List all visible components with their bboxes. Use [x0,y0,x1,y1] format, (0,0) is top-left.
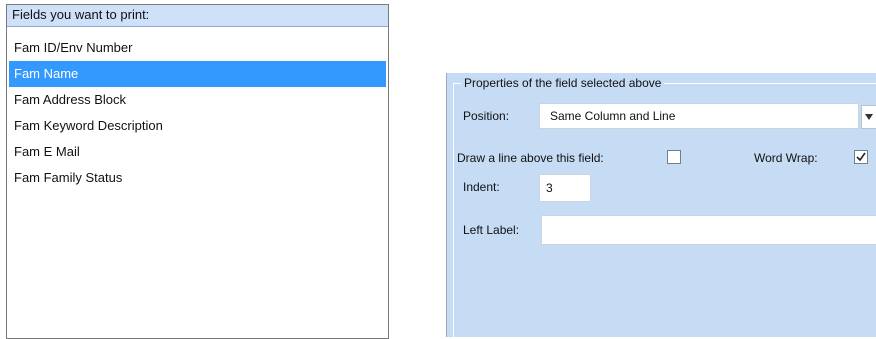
chevron-down-icon [865,114,873,120]
checkmark-icon [856,152,866,162]
left-label-input[interactable] [541,215,876,245]
list-item-label: Fam ID/Env Number [14,40,133,55]
fields-list-header: Fields you want to print: [7,5,388,27]
properties-panel: Properties of the field selected above P… [446,73,876,337]
word-wrap-label: Word Wrap: [754,151,818,165]
properties-group-title: Properties of the field selected above [461,75,665,91]
fields-listbox[interactable]: Fam ID/Env Number Fam Name Fam Address B… [9,35,386,336]
list-item-label: Fam Name [14,66,79,81]
fields-list-panel: Fields you want to print: Fam ID/Env Num… [6,4,389,339]
indent-label: Indent: [463,180,500,194]
draw-line-checkbox[interactable] [667,150,681,164]
list-item-selected[interactable]: Fam Name [9,61,386,87]
word-wrap-checkbox[interactable] [854,150,868,164]
list-item[interactable]: Fam ID/Env Number [9,35,386,61]
list-item[interactable]: Fam Keyword Description [9,113,386,139]
position-select[interactable]: Same Column and Line [539,103,859,129]
list-item-label: Fam Address Block [14,92,126,107]
indent-input[interactable]: 3 [539,174,591,202]
left-label-label: Left Label: [463,223,520,237]
list-item-label: Fam Family Status [14,170,123,185]
position-dropdown-button[interactable] [861,105,876,129]
position-select-value: Same Column and Line [550,109,676,123]
list-item-label: Fam Keyword Description [14,118,163,133]
indent-input-value: 3 [546,181,553,195]
position-label: Position: [463,109,510,123]
list-item[interactable]: Fam E Mail [9,139,386,165]
draw-line-label: Draw a line above this field: [457,151,604,165]
list-item[interactable]: Fam Address Block [9,87,386,113]
list-item-label: Fam E Mail [14,144,80,159]
list-item[interactable]: Fam Family Status [9,165,386,191]
